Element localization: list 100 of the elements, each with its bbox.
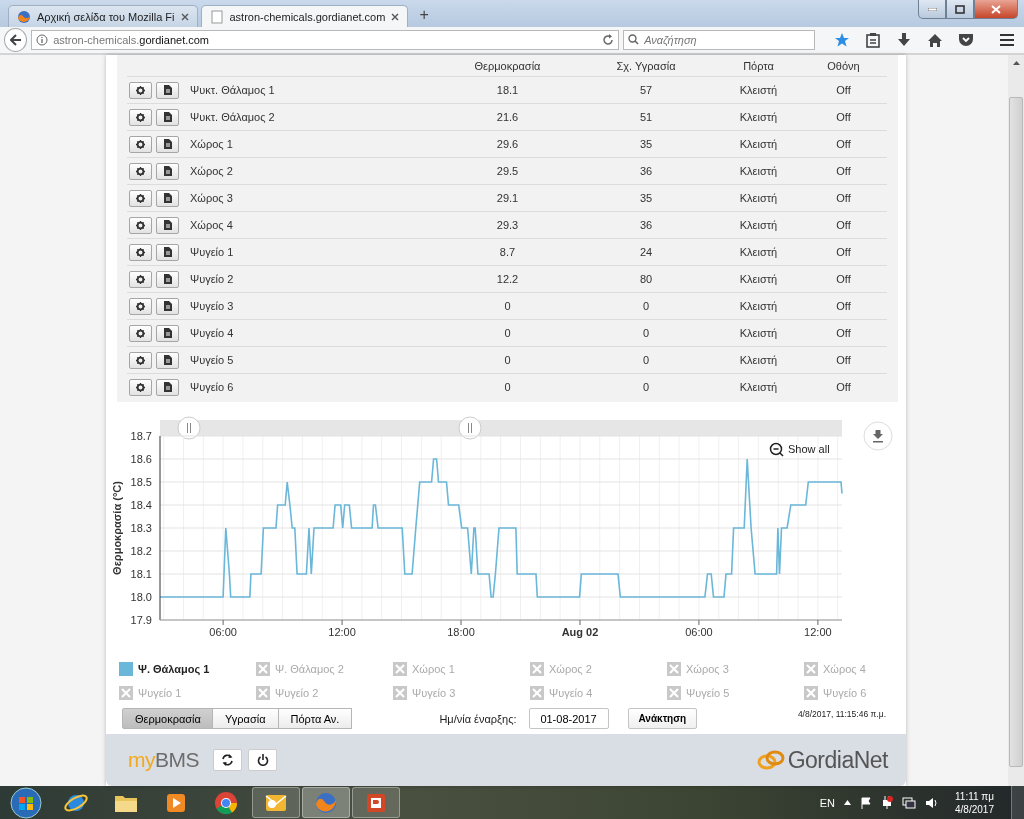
taskbar-button[interactable]	[252, 787, 300, 818]
settings-button[interactable]	[129, 108, 152, 126]
browser-tab[interactable]: astron-chemicals.gordianet.com	[200, 5, 409, 27]
browser-tab[interactable]: Αρχική σελίδα του Mozilla Fi	[8, 5, 198, 27]
table-cell-text: Κλειστή	[738, 192, 779, 204]
view-tab[interactable]: Υγρασία	[212, 708, 279, 730]
report-button[interactable]	[156, 189, 179, 207]
start-orb-icon[interactable]	[10, 786, 42, 819]
power-button[interactable]	[248, 749, 277, 772]
table-cell-text: Κλειστή	[738, 273, 779, 285]
settings-button[interactable]	[129, 81, 152, 99]
close-icon[interactable]	[180, 12, 189, 21]
minimize-button[interactable]	[918, 0, 946, 19]
range-track[interactable]	[160, 420, 842, 437]
table-cell-text: Κλειστή	[738, 219, 779, 231]
show-all-button[interactable]: Show all	[769, 443, 830, 457]
settings-button[interactable]	[129, 378, 152, 396]
column-header: Σχ. Υγρασία	[615, 59, 677, 72]
view-tab[interactable]: Θερμοκρασία	[122, 708, 213, 730]
sensor-name: Ψυγείο 3	[190, 300, 234, 312]
download-button[interactable]	[863, 421, 893, 451]
brand-name: GordiaNet	[787, 746, 888, 774]
report-button[interactable]	[156, 162, 179, 180]
range-handle[interactable]	[177, 416, 201, 440]
up-arrow-icon[interactable]	[844, 800, 851, 805]
timestamp: 4/8/2017, 11:15:46 π.μ.	[797, 708, 886, 720]
sensor-name: Χώρος 3	[190, 192, 233, 204]
power-plug-icon[interactable]	[881, 796, 893, 809]
maximize-button[interactable]	[946, 0, 974, 19]
settings-button[interactable]	[129, 135, 152, 153]
back-button[interactable]	[4, 28, 28, 52]
settings-button[interactable]	[129, 243, 152, 261]
date-field[interactable]: 01-08-2017	[528, 708, 609, 730]
column-header: Οθόνη	[826, 59, 861, 72]
report-button[interactable]	[156, 243, 179, 261]
document-icon	[163, 274, 172, 284]
report-button[interactable]	[156, 216, 179, 234]
range-handle[interactable]	[458, 416, 482, 440]
report-button[interactable]	[156, 81, 179, 99]
table-cell-text: 57	[638, 84, 654, 96]
report-button[interactable]	[156, 297, 179, 315]
table-cell-text: 0	[641, 327, 651, 339]
table-cell-text: 24	[638, 246, 654, 258]
table-cell-text: Κλειστή	[738, 111, 779, 123]
report-button[interactable]	[156, 351, 179, 369]
table-cell-text: Κλειστή	[738, 354, 779, 366]
table-cell-text: Off	[835, 165, 852, 177]
star-icon	[834, 32, 851, 48]
settings-button[interactable]	[129, 324, 152, 342]
fetch-button[interactable]: Ανάκτηση	[627, 708, 698, 730]
settings-button[interactable]	[129, 351, 152, 369]
legend-item[interactable]: Ψ. Θάλαμος 1	[119, 661, 256, 678]
table-cell-text: Κλειστή	[738, 327, 779, 339]
axis-tick-label: Aug 02	[561, 626, 599, 639]
table-cell-text: Κλειστή	[738, 300, 779, 312]
table-cell-text: 29.6	[495, 138, 520, 150]
table-cell-text: Κλειστή	[738, 246, 779, 258]
report-button[interactable]	[156, 324, 179, 342]
home-icon	[927, 32, 944, 48]
table-cell-text: 36	[638, 219, 654, 231]
axis-tick-label: 18.4	[130, 499, 152, 512]
language-indicator[interactable]: EN	[819, 796, 835, 809]
settings-button[interactable]	[129, 297, 152, 315]
document-icon	[163, 301, 172, 311]
view-tab[interactable]: Πόρτα Αν.	[277, 708, 353, 730]
sensor-name: Ψυγείο 5	[190, 354, 234, 366]
document-icon	[163, 247, 172, 257]
axis-tick-label: 18.0	[130, 591, 152, 604]
document-icon	[163, 166, 172, 176]
settings-button[interactable]	[129, 162, 152, 180]
close-icon[interactable]	[391, 12, 400, 21]
network-icon[interactable]	[902, 796, 916, 809]
settings-button[interactable]	[129, 216, 152, 234]
settings-button[interactable]	[129, 270, 152, 288]
sensor-name: Ψυγείο 6	[190, 381, 234, 393]
gear-icon	[136, 220, 145, 230]
axis-tick-label: 18:00	[447, 626, 475, 639]
clock[interactable]: 11:11 πμ 4/8/2017	[955, 789, 994, 816]
taskbar-button[interactable]	[352, 787, 400, 818]
table-cell-text: 80	[638, 273, 654, 285]
address-bar[interactable]: astron-chemicals.gordianet.com	[31, 30, 620, 50]
search-field[interactable]: Αναζήτηση	[623, 30, 816, 50]
flag-icon[interactable]	[860, 796, 872, 809]
sensor-name: Ψυγείο 4	[190, 327, 234, 339]
scrollbar-thumb[interactable]	[1009, 97, 1023, 767]
reload-icon[interactable]	[602, 34, 615, 46]
new-tab-button[interactable]: +	[411, 6, 437, 27]
table-cell-text: 21.6	[495, 111, 520, 123]
table-cell-text: 29.1	[495, 192, 520, 204]
refresh-button[interactable]	[213, 749, 242, 772]
report-button[interactable]	[156, 378, 179, 396]
settings-button[interactable]	[129, 189, 152, 207]
report-button[interactable]	[156, 108, 179, 126]
gear-icon	[136, 382, 145, 392]
download-icon	[873, 430, 883, 443]
column-header: Θερμοκρασία	[473, 59, 542, 72]
report-button[interactable]	[156, 135, 179, 153]
report-button[interactable]	[156, 270, 179, 288]
speaker-icon[interactable]	[925, 796, 938, 809]
close-button[interactable]	[974, 0, 1018, 19]
